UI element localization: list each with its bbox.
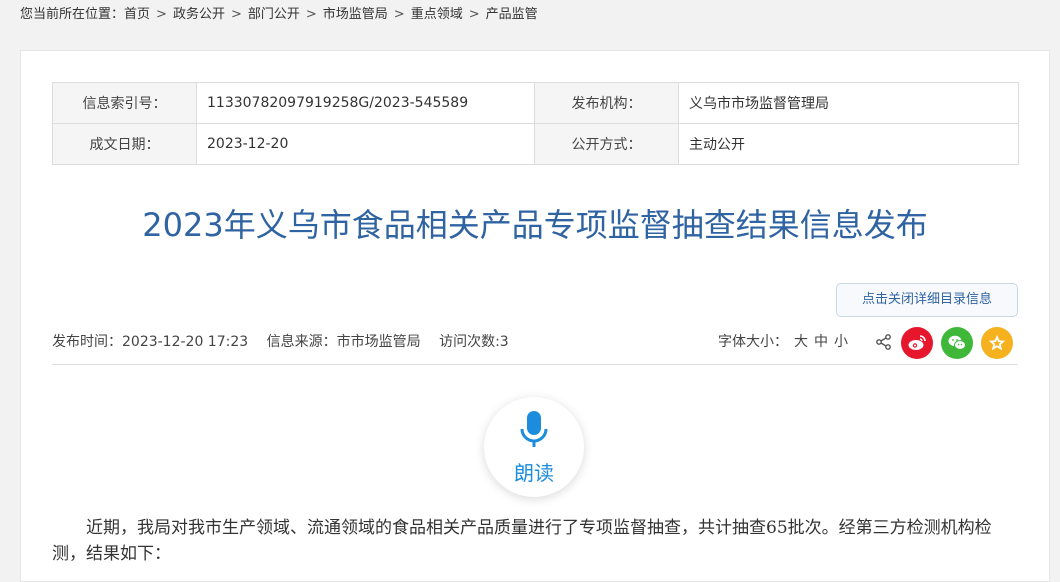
font-size-small-button[interactable]: 小 [834,334,848,350]
breadcrumb-separator: > [230,7,242,22]
breadcrumb: 您当前所在位置：首页 > 政务公开 > 部门公开 > 市场监管局 > 重点领域 > 产品监管 [20,6,538,24]
breadcrumb-key-areas[interactable]: 重点领域 [411,7,463,22]
org-label: 发布机构： [534,82,679,124]
visit-count: 访问次数:3 [439,334,509,350]
breadcrumb-market-bureau[interactable]: 市场监管局 [323,7,388,22]
method-value: 主动公开 [678,123,1019,165]
breadcrumb-separator: > [468,7,480,22]
date-value: 2023-12-20 [196,123,535,165]
wechat-icon [948,335,966,350]
weibo-icon [908,335,926,350]
font-size-large-button[interactable]: 大 [794,334,808,350]
table-row: 成文日期： 2023-12-20 公开方式： 主动公开 [52,123,1019,165]
article-body: 近期，我局对我市生产领域、流通领域的食品相关产品质量进行了专项监督抽查，共计抽查… [52,518,992,564]
article-info: 发布时间：2023-12-20 17:23 信息来源：市市场监管局 访问次数:3 [52,331,523,351]
index-label: 信息索引号： [52,82,197,124]
microphone-icon [520,411,548,447]
divider [52,364,1018,365]
breadcrumb-product-supervision[interactable]: 产品监管 [486,7,538,22]
breadcrumb-separator: > [305,7,317,22]
index-value: 11330782097919258G/2023-545589 [196,82,535,124]
read-aloud-label: 朗读 [514,461,554,485]
toggle-catalog-button[interactable]: 点击关闭详细目录信息 [836,283,1018,317]
wechat-share-button[interactable] [941,327,973,359]
table-row: 信息索引号： 11330782097919258G/2023-545589 发布… [52,82,1019,124]
font-size-medium-button[interactable]: 中 [814,334,828,350]
star-icon [988,335,1006,351]
page-title: 2023年义乌市食品相关产品专项监督抽查结果信息发布 [142,206,928,244]
method-label: 公开方式： [534,123,679,165]
favorite-button[interactable] [981,327,1013,359]
weibo-share-button[interactable] [901,327,933,359]
info-table: 信息索引号： 11330782097919258G/2023-545589 发布… [52,82,1019,165]
publish-time: 发布时间：2023-12-20 17:23 [52,334,249,350]
read-aloud-button[interactable]: 朗读 [484,397,584,497]
info-source: 信息来源：市市场监管局 [266,334,421,350]
breadcrumb-separator: > [393,7,405,22]
breadcrumb-separator: > [156,7,167,22]
article-card: 信息索引号： 11330782097919258G/2023-545589 发布… [20,50,1050,582]
breadcrumb-department[interactable]: 部门公开 [248,7,300,22]
breadcrumb-gov-affairs[interactable]: 政务公开 [173,7,225,22]
breadcrumb-home[interactable]: 首页 [124,7,150,22]
share-icon[interactable] [874,332,894,352]
font-size-label: 字体大小： [718,334,788,350]
font-size-control: 字体大小： 大中小 [718,331,848,351]
org-value: 义乌市市场监督管理局 [678,82,1019,124]
date-label: 成文日期： [52,123,197,165]
breadcrumb-prefix: 您当前所在位置： [20,7,125,22]
